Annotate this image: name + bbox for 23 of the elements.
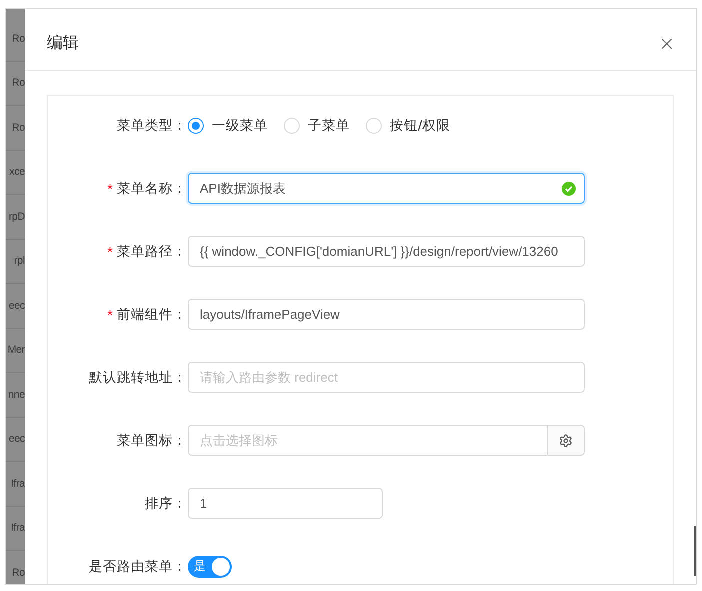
field-label: 菜单图标：: [117, 432, 187, 450]
field-label: 菜单路径：: [117, 242, 187, 260]
radio-button[interactable]: [188, 118, 204, 134]
settings-icon: [559, 434, 573, 448]
input-field[interactable]: {{ window._CONFIG['domianURL'] }}/design/report/view/13260: [188, 236, 585, 267]
radio-option[interactable]: 子菜单: [284, 116, 350, 134]
settings-button[interactable]: [548, 425, 585, 456]
dialog-title: 编辑: [47, 33, 79, 54]
check-icon: [562, 182, 576, 196]
required-mark: *: [108, 244, 113, 260]
input-field[interactable]: API数据源报表: [188, 173, 585, 204]
field-label: 是否路由菜单：: [89, 558, 187, 576]
input-field[interactable]: 1: [188, 488, 383, 519]
field-label: 默认跳转地址：: [89, 368, 187, 386]
field-label: 前端组件：: [117, 306, 187, 324]
radio-option[interactable]: 一级菜单: [188, 116, 268, 134]
radio-option[interactable]: 按钮/权限: [366, 116, 451, 134]
field-label: 菜单名称：: [117, 180, 187, 198]
required-mark: *: [108, 180, 113, 196]
input-field[interactable]: layouts/IframePageView: [188, 299, 585, 330]
field-label: 菜单类型：: [117, 116, 187, 134]
required-mark: *: [108, 306, 113, 322]
field-label: 排序：: [145, 494, 187, 512]
